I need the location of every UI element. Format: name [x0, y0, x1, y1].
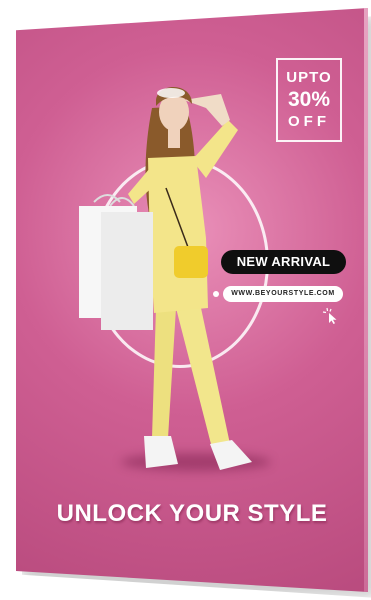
website-url[interactable]: WWW.BEYOURSTYLE.COM	[223, 286, 343, 302]
new-arrival-badge: NEW ARRIVAL	[221, 250, 346, 274]
headline: UNLOCK YOUR STYLE	[56, 500, 328, 527]
url-bullet-dot	[213, 291, 219, 297]
poster: UPTO 30% OFF NEW ARRIVAL WWW.BEYOURSTYLE…	[16, 8, 368, 592]
click-cursor-icon	[322, 307, 337, 324]
